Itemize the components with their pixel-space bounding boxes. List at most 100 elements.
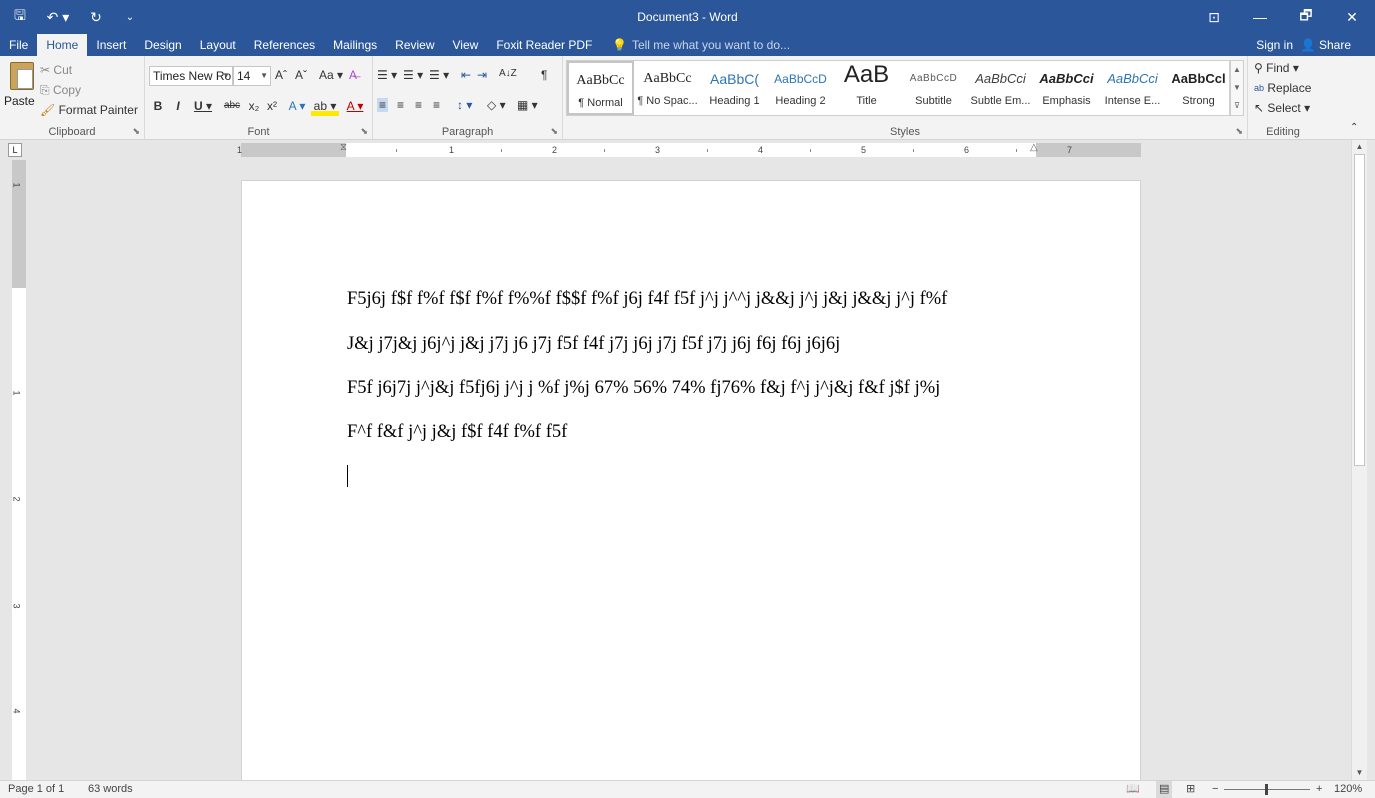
shading-button[interactable]: ◇ ▾ [487,98,506,112]
font-name-dropdown-icon[interactable]: ▼ [222,67,230,85]
tab-home[interactable]: Home [37,34,88,56]
font-size-combo[interactable]: 14 ▼ [233,66,271,86]
multilevel-list-button[interactable]: ☰ ▾ [429,68,449,82]
font-size-dropdown-icon[interactable]: ▼ [260,67,268,85]
sort-button[interactable]: A↓Z [499,68,517,79]
style-title[interactable]: AaB Title [833,61,900,115]
justify-button[interactable]: ≡ [433,98,440,112]
format-painter-button[interactable]: 🖌 Format Painter [40,100,138,120]
style-emphasis[interactable]: AaBbCci Emphasis [1033,61,1100,115]
paragraph-launcher-icon[interactable]: ⬊ [550,126,558,137]
close-button[interactable]: ✕ [1329,0,1375,34]
underline-button[interactable]: U ▾ [189,96,217,116]
zoom-level[interactable]: 120% [1334,781,1362,798]
tab-layout[interactable]: Layout [191,34,245,56]
style-heading-1[interactable]: AaBbC( Heading 1 [701,61,768,115]
styles-launcher-icon[interactable]: ⬊ [1235,126,1243,137]
zoom-out-button[interactable]: − [1212,781,1218,798]
zoom-in-button[interactable]: + [1316,781,1322,798]
center-button[interactable]: ≡ [397,98,404,112]
scroll-down-icon[interactable]: ▼ [1352,766,1367,780]
italic-button[interactable]: I [171,96,185,116]
font-color-button[interactable]: A ▾ [343,96,367,116]
tab-file[interactable]: File [0,34,37,56]
subscript-button[interactable]: x₂ [245,96,263,116]
sign-in-link[interactable]: Sign in [1256,34,1293,56]
read-mode-icon[interactable]: 📖 [1126,781,1140,798]
clipboard-launcher-icon[interactable]: ⬊ [132,126,140,137]
gallery-down-icon[interactable]: ▼ [1231,79,1243,97]
horizontal-ruler[interactable]: 1 1 2 3 4 5 6 7 ⧖ △ [237,141,1141,157]
find-button[interactable]: ⚲ Find ▾ [1254,58,1299,78]
redo-icon[interactable]: ↻ [82,4,110,30]
tell-me-search[interactable]: 💡 Tell me what you want to do... [612,34,790,56]
show-formatting-marks-button[interactable]: ¶ [541,68,547,82]
paragraph-2[interactable]: J&j j7j&j j6j^j j&j j7j j6 j7j f5f f4f j… [347,334,840,355]
bold-button[interactable]: B [151,96,165,116]
font-launcher-icon[interactable]: ⬊ [360,126,368,137]
increase-indent-button[interactable]: ⇥ [477,68,487,82]
print-layout-icon[interactable]: ▤ [1156,781,1173,798]
undo-icon[interactable]: ↶ ▾ [40,4,76,30]
align-right-button[interactable]: ≡ [415,98,422,112]
copy-button[interactable]: ⎘ Copy [40,80,81,100]
select-button[interactable]: ↖ Select ▾ [1254,98,1310,118]
web-layout-icon[interactable]: ⊞ [1186,781,1195,798]
share-button[interactable]: 👤 Share [1301,34,1351,56]
tab-view[interactable]: View [444,34,488,56]
paragraph-4[interactable]: F^f f&f j^j j&j f$f f4f f%f f5f [347,422,567,443]
restore-button[interactable]: 🗗 [1283,0,1329,34]
page-count[interactable]: Page 1 of 1 [8,781,64,798]
numbering-button[interactable]: ☰ ▾ [403,68,423,82]
tab-design[interactable]: Design [135,34,190,56]
align-left-button[interactable]: ≡ [377,98,389,112]
gallery-more-icon[interactable]: ⊽ [1231,97,1243,115]
zoom-slider-thumb[interactable] [1265,784,1268,795]
clear-formatting-button[interactable]: A̶ [349,68,357,82]
cut-button[interactable]: ✂ Cut [40,60,72,80]
vertical-ruler[interactable]: 1 1 2 3 4 [12,160,26,780]
style-intense-emphasis[interactable]: AaBbCci Intense E... [1099,61,1166,115]
font-name-combo[interactable]: Times New Ro ▼ [149,66,233,86]
bullets-button[interactable]: ☰ ▾ [377,68,397,82]
style-no-spacing[interactable]: AaBbCc ¶ No Spac... [634,61,701,115]
gallery-up-icon[interactable]: ▲ [1231,61,1243,79]
customize-qat-icon[interactable]: ⌄ [116,4,144,30]
line-spacing-button[interactable]: ↕ ▾ [457,98,472,112]
tab-references[interactable]: References [245,34,324,56]
paragraph-3[interactable]: F5f j6j7j j^j&j f5fj6j j^j j %f j%j 67% … [347,378,940,399]
decrease-indent-button[interactable]: ⇤ [461,68,471,82]
change-case-button[interactable]: Aa ▾ [319,68,343,82]
word-count[interactable]: 63 words [88,781,133,798]
ribbon-display-options-icon[interactable]: ⊡ [1191,0,1237,34]
save-icon[interactable]: 🖫 [6,4,34,30]
borders-button[interactable]: ▦ ▾ [517,98,538,112]
strikethrough-button[interactable]: abc [221,96,243,116]
style-subtitle[interactable]: AaBbCcD Subtitle [900,61,967,115]
grow-font-button[interactable]: Aˆ [275,68,287,82]
replace-button[interactable]: ab Replace [1254,78,1311,98]
paste-icon[interactable] [10,62,34,90]
style-strong[interactable]: AaBbCcl Strong [1165,61,1232,115]
paste-button[interactable]: Paste [4,94,35,108]
tab-mailings[interactable]: Mailings [324,34,386,56]
text-effects-button[interactable]: A ▾ [285,96,309,116]
style-normal[interactable]: AaBbCc ¶ Normal [567,61,634,115]
shrink-font-button[interactable]: Aˇ [295,68,307,82]
paragraph-1[interactable]: F5j6j f$f f%f f$f f%f f%%f f$$f f%f j6j … [347,289,947,310]
indent-marker-icon[interactable]: ⧖ [340,141,347,155]
right-indent-marker-icon[interactable]: △ [1030,141,1038,155]
collapse-ribbon-icon[interactable]: ⌃ [1350,122,1358,133]
tab-review[interactable]: Review [386,34,443,56]
tab-foxit-reader-pdf[interactable]: Foxit Reader PDF [487,34,601,56]
document-page[interactable]: F5j6j f$f f%f f$f f%f f%%f f$$f f%f j6j … [241,180,1141,780]
tab-insert[interactable]: Insert [87,34,135,56]
scrollbar-thumb[interactable] [1354,154,1365,466]
tab-selector[interactable]: L [8,143,22,157]
style-heading-2[interactable]: AaBbCcD Heading 2 [767,61,834,115]
style-subtle-emphasis[interactable]: AaBbCci Subtle Em... [967,61,1034,115]
text-highlight-button[interactable]: ab ▾ [311,96,339,116]
scroll-up-icon[interactable]: ▲ [1352,140,1367,154]
minimize-button[interactable]: — [1237,0,1283,34]
superscript-button[interactable]: x² [263,96,281,116]
